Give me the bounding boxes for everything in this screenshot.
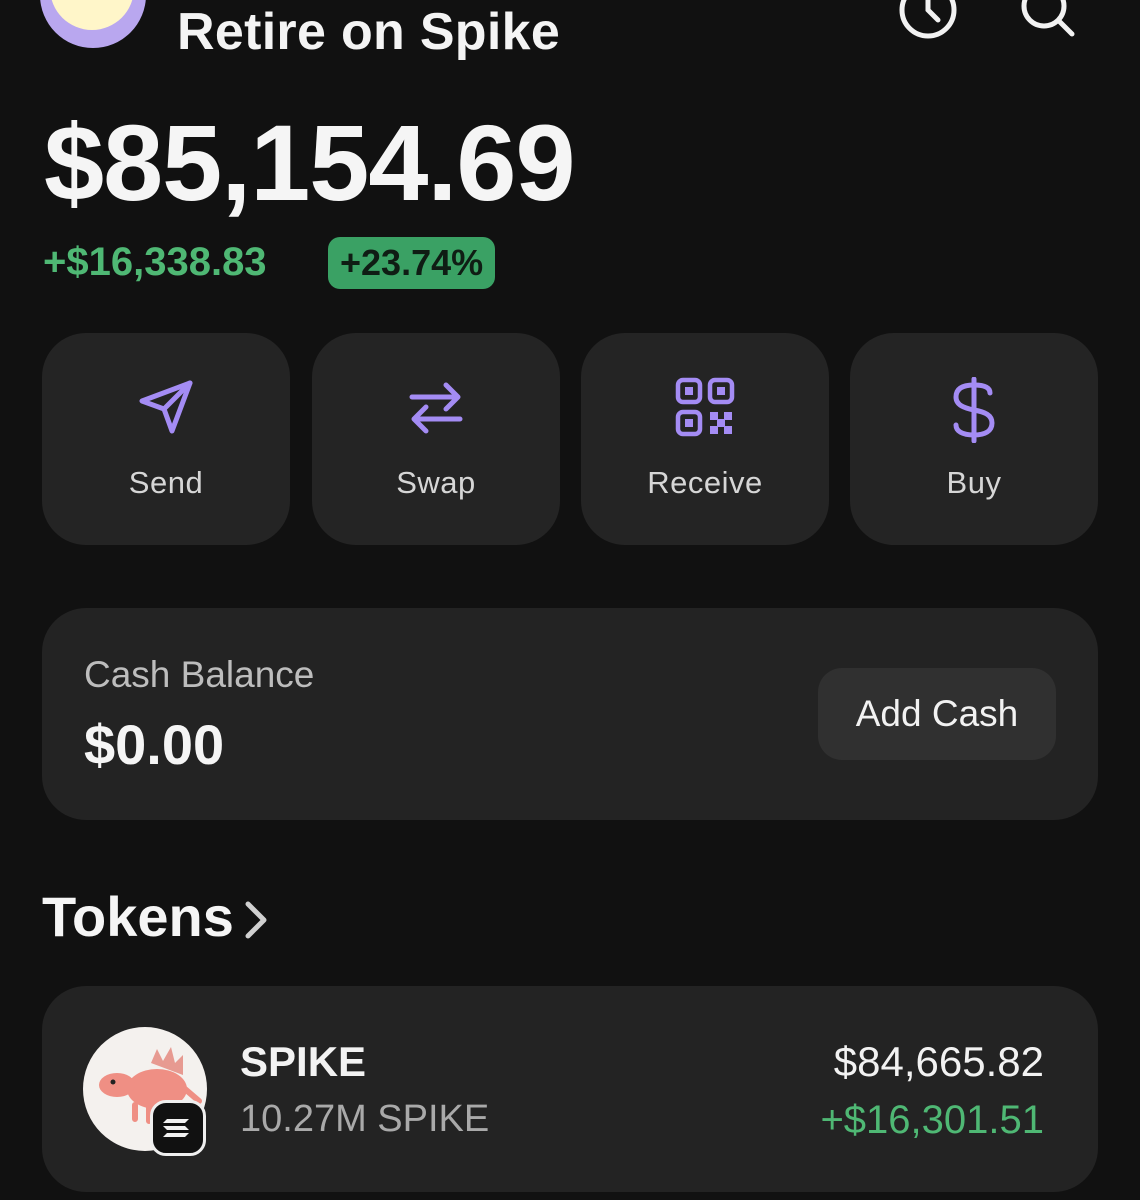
avatar-face: [50, 0, 134, 30]
receive-button[interactable]: Receive: [581, 333, 829, 545]
add-cash-button[interactable]: Add Cash: [818, 668, 1056, 760]
wallet-title: Retire on Spike: [177, 3, 561, 61]
cash-balance-label: Cash Balance: [84, 654, 315, 695]
send-button[interactable]: Send: [42, 333, 290, 545]
chevron-right-icon[interactable]: [242, 900, 270, 945]
balance-change: +$16,338.83: [43, 240, 267, 284]
cash-balance-value: $0.00: [84, 713, 225, 776]
token-row-spike[interactable]: SPIKE 10.27M SPIKE $84,665.82 +$16,301.5…: [42, 986, 1098, 1192]
send-icon: [139, 380, 193, 434]
buy-label: Buy: [946, 465, 1002, 500]
buy-button[interactable]: Buy: [850, 333, 1098, 545]
cash-balance-card: Cash Balance $0.00 Add Cash: [42, 608, 1098, 820]
wallet-avatar[interactable]: [40, 0, 146, 48]
token-value: $84,665.82: [833, 1038, 1044, 1085]
send-label: Send: [128, 465, 204, 500]
search-icon[interactable]: [1016, 0, 1076, 40]
token-amount: 10.27M SPIKE: [240, 1098, 490, 1140]
swap-icon: [409, 382, 463, 434]
total-balance: $85,154.69: [44, 102, 576, 223]
balance-change-percent-badge: +23.74%: [328, 237, 496, 289]
solana-chain-badge-icon: [150, 1100, 206, 1156]
dollar-icon: [953, 377, 995, 443]
swap-button[interactable]: Swap: [312, 333, 560, 545]
qr-code-icon: [675, 377, 735, 437]
tokens-section-title[interactable]: Tokens: [42, 884, 234, 949]
token-name: SPIKE: [240, 1038, 367, 1085]
history-icon[interactable]: [898, 0, 958, 40]
swap-label: Swap: [396, 465, 476, 500]
receive-label: Receive: [647, 465, 763, 500]
token-change: +$16,301.51: [820, 1098, 1044, 1142]
